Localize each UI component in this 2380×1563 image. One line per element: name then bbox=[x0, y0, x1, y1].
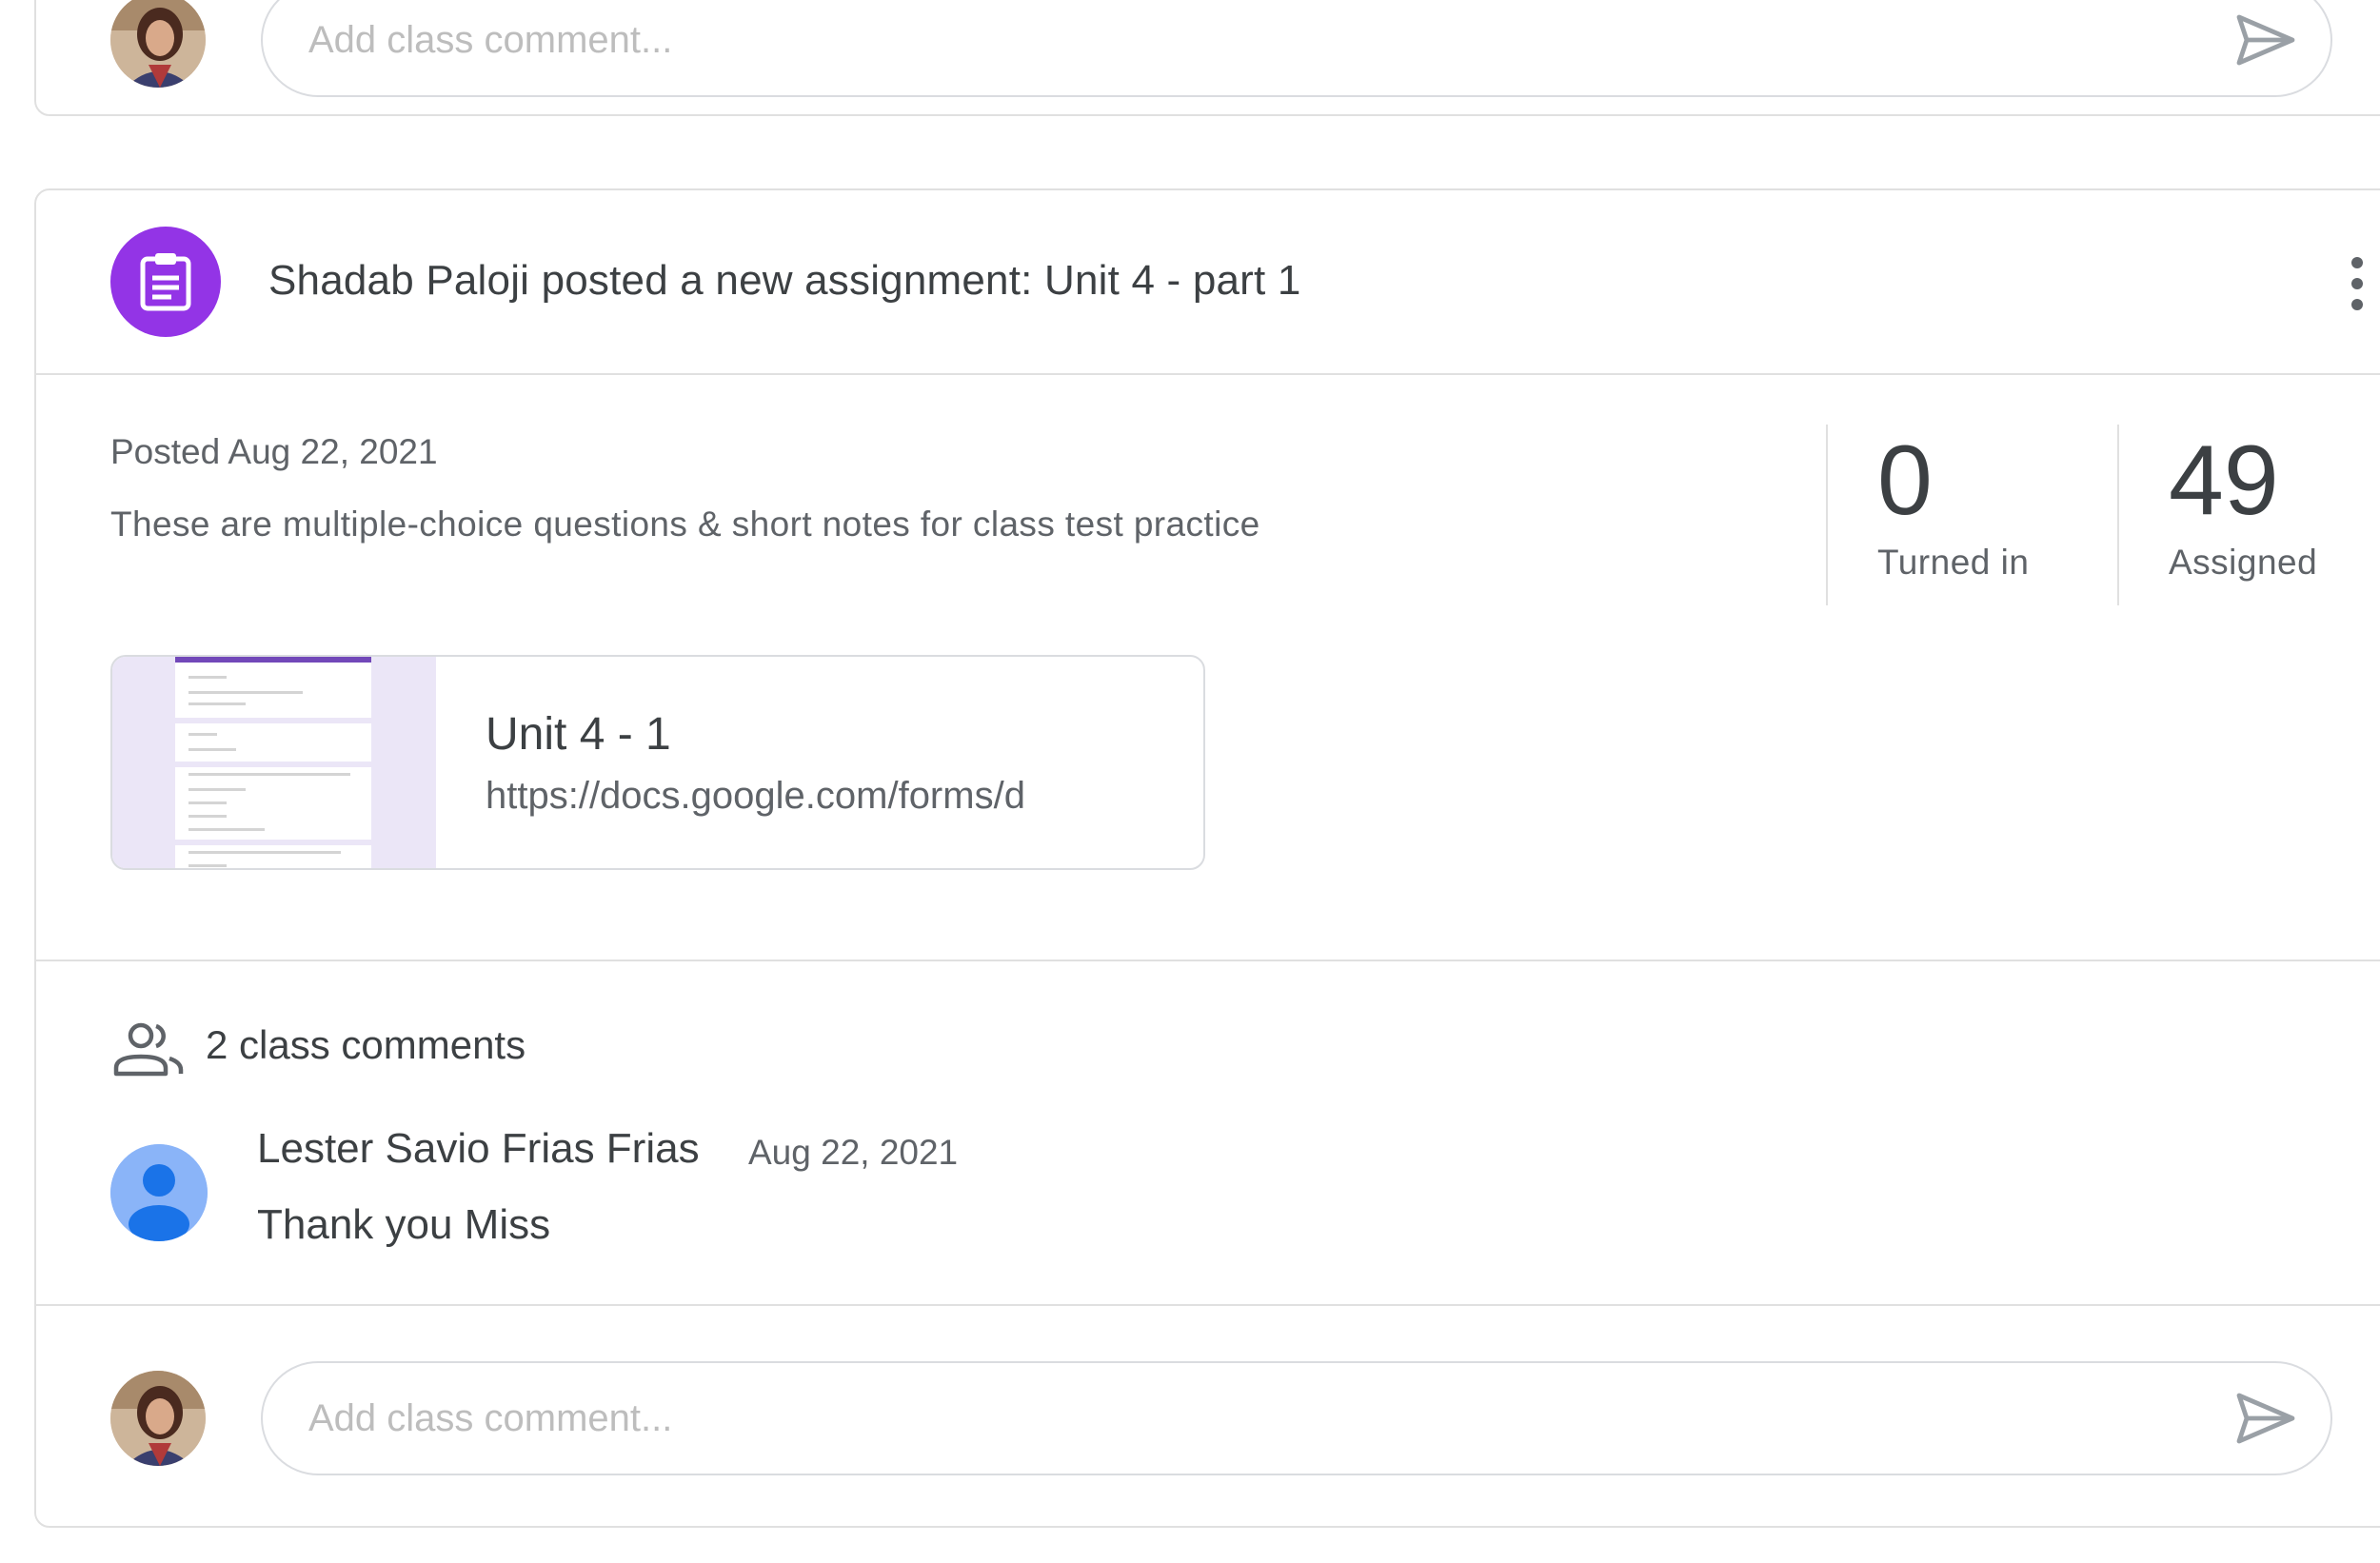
turned-in-count[interactable]: 0 bbox=[1877, 425, 1933, 538]
comments-count-link[interactable]: 2 class comments bbox=[206, 1022, 526, 1068]
post-body: Posted Aug 22, 2021 These are multiple-c… bbox=[36, 377, 2380, 961]
assigned-label: Assigned bbox=[2169, 543, 2318, 582]
class-comments: 2 class comments Lester Savio Frias Fria… bbox=[36, 963, 2380, 1306]
post-header[interactable]: Shadab Paloji posted a new assignment: U… bbox=[36, 190, 2380, 375]
stat-divider bbox=[1826, 425, 1828, 605]
add-comment-area: Add class comment... bbox=[36, 1308, 2380, 1527]
attachment-url[interactable]: https://docs.google.com/forms/d bbox=[486, 775, 1135, 818]
comment-bar: Add class comment... bbox=[36, 0, 2378, 97]
assignment-icon bbox=[110, 227, 221, 337]
user-avatar bbox=[110, 1371, 206, 1466]
turned-in-label: Turned in bbox=[1877, 543, 2030, 582]
posted-date: Posted Aug 22, 2021 bbox=[110, 432, 438, 471]
comment-author: Lester Savio Frias Frias bbox=[257, 1125, 700, 1172]
default-avatar bbox=[110, 1144, 208, 1241]
form-thumbnail bbox=[112, 657, 436, 868]
form-attachment[interactable]: Unit 4 - 1 https://docs.google.com/forms… bbox=[110, 655, 1205, 870]
stat-divider bbox=[2117, 425, 2119, 605]
assignment-post-card: Shadab Paloji posted a new assignment: U… bbox=[34, 188, 2380, 1528]
previous-post-card: Add class comment... bbox=[34, 0, 2380, 116]
attachment-title[interactable]: Unit 4 - 1 bbox=[486, 708, 671, 761]
comment-input[interactable]: Add class comment... bbox=[261, 0, 2332, 97]
post-description: These are multiple-choice questions & sh… bbox=[110, 505, 1260, 544]
send-icon[interactable] bbox=[2235, 13, 2296, 67]
user-avatar bbox=[110, 0, 206, 88]
comment-placeholder: Add class comment... bbox=[308, 18, 673, 61]
assigned-count[interactable]: 49 bbox=[2169, 425, 2279, 538]
comment-bar: Add class comment... bbox=[36, 1361, 2378, 1475]
send-icon[interactable] bbox=[2235, 1392, 2296, 1445]
more-vert-icon[interactable] bbox=[2346, 255, 2369, 312]
comment-input[interactable]: Add class comment... bbox=[261, 1361, 2332, 1475]
people-icon bbox=[113, 1022, 184, 1077]
comment-date: Aug 22, 2021 bbox=[748, 1133, 959, 1172]
post-title[interactable]: Shadab Paloji posted a new assignment: U… bbox=[268, 257, 1301, 305]
comment-text: Thank you Miss bbox=[257, 1201, 551, 1248]
comment-placeholder: Add class comment... bbox=[308, 1396, 673, 1439]
